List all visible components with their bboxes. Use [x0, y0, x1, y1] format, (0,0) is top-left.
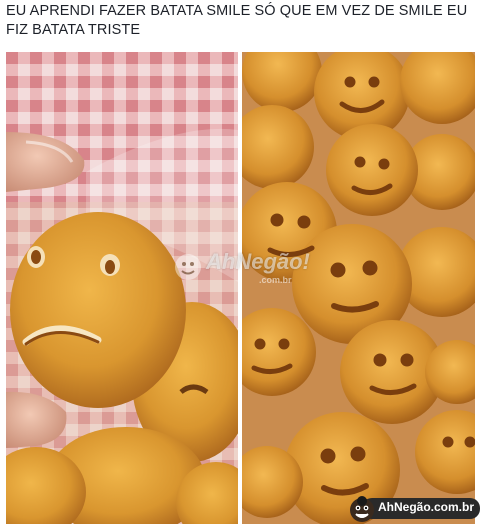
ahnegao-face-icon: [350, 496, 374, 522]
watermark-domain: .com.br: [259, 275, 292, 285]
watermark-name: AhNegão!: [206, 249, 310, 274]
ahnegao-watermark: AhNegão! .com.br: [173, 246, 323, 294]
ahnegao-badge[interactable]: AhNegão.com.br: [348, 495, 480, 523]
post-caption: EU APRENDI FAZER BATATA SMILE SÓ QUE EM …: [6, 3, 468, 38]
badge-site-text: AhNegão.com.br: [378, 500, 475, 514]
ahnegao-logo-icon: [175, 254, 201, 280]
